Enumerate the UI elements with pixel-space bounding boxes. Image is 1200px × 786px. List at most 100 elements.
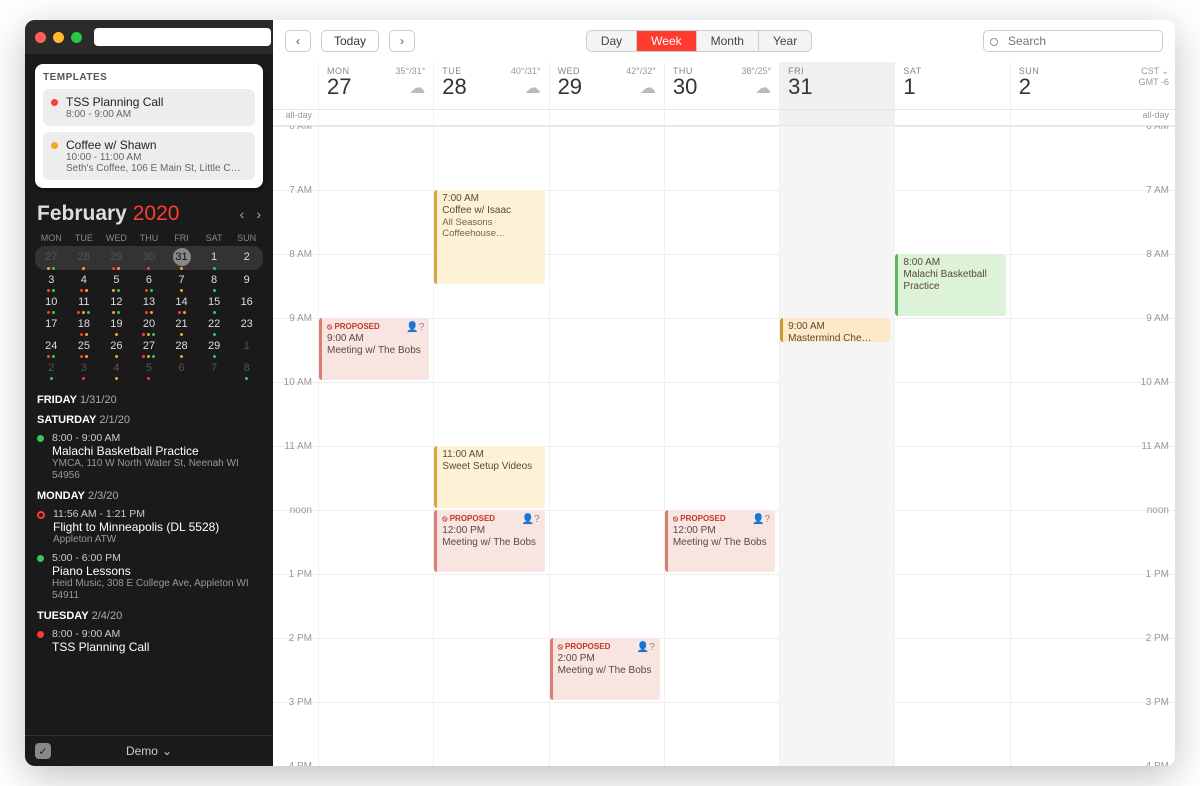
calendar-event[interactable]: 8:00 AMMalachi Basketball Practice xyxy=(895,254,1005,316)
calendar-event[interactable]: ⦸ PROPOSED12:00 PMMeeting w/ The Bobs👤? xyxy=(665,510,775,572)
day-header[interactable]: THU 38°/25° 30 ☁ xyxy=(664,62,779,109)
template-time: 8:00 - 9:00 AM xyxy=(66,109,163,120)
day-column[interactable] xyxy=(318,126,433,766)
mini-day[interactable]: 7 xyxy=(198,358,231,380)
allday-cell[interactable] xyxy=(318,110,433,125)
mini-day[interactable]: 14 xyxy=(165,292,198,314)
mini-day[interactable]: 8 xyxy=(198,270,231,292)
week-grid[interactable]: 6 AM6 AM7 AM7 AM8 AM8 AM9 AM9 AM10 AM10 … xyxy=(273,126,1175,766)
mini-day[interactable]: 17 xyxy=(35,314,68,336)
minimize-icon[interactable] xyxy=(53,32,64,43)
hour-label: 11 AM xyxy=(273,441,318,452)
mini-day[interactable]: 3 xyxy=(35,270,68,292)
allday-cell[interactable] xyxy=(1010,110,1125,125)
mini-day[interactable]: 30 xyxy=(133,246,166,270)
mini-day[interactable]: 10 xyxy=(35,292,68,314)
mini-calendar[interactable]: MONTUEWEDTHUFRISATSUN2728293031123456789… xyxy=(25,230,273,386)
mini-day[interactable]: 8 xyxy=(230,358,263,380)
day-column[interactable] xyxy=(664,126,779,766)
day-header[interactable]: TUE 40°/31° 28 ☁ xyxy=(433,62,548,109)
mini-day[interactable]: 31 xyxy=(165,246,198,270)
agenda-day: TUESDAY 2/4/20 8:00 - 9:00 AM TSS Planni… xyxy=(37,610,261,654)
template-item[interactable]: Coffee w/ Shawn 10:00 - 11:00 AM Seth's … xyxy=(43,132,255,180)
mini-day[interactable]: 1 xyxy=(230,336,263,358)
calendar-event[interactable]: 9:00 AMMastermind Che… xyxy=(780,318,890,342)
mini-day[interactable]: 11 xyxy=(68,292,101,314)
quick-entry-input[interactable] xyxy=(94,28,271,46)
mini-day[interactable]: 28 xyxy=(68,246,101,270)
mini-day[interactable]: 23 xyxy=(230,314,263,336)
mini-day[interactable]: 18 xyxy=(68,314,101,336)
day-header[interactable]: SAT 1 xyxy=(894,62,1009,109)
agenda-event[interactable]: 11:56 AM - 1:21 PM Flight to Minneapolis… xyxy=(37,508,261,546)
mini-prev-icon[interactable]: ‹ xyxy=(240,206,245,222)
view-year-button[interactable]: Year xyxy=(759,31,811,51)
search-input[interactable] xyxy=(983,30,1163,52)
mini-day[interactable]: 7 xyxy=(165,270,198,292)
calendar-event[interactable]: 11:00 AMSweet Setup Videos xyxy=(434,446,544,508)
mini-day[interactable]: 4 xyxy=(100,358,133,380)
allday-cell[interactable] xyxy=(779,110,894,125)
mini-day[interactable]: 26 xyxy=(100,336,133,358)
mini-day[interactable]: 2 xyxy=(35,358,68,380)
mini-day[interactable]: 6 xyxy=(133,270,166,292)
mini-day[interactable]: 15 xyxy=(198,292,231,314)
zoom-icon[interactable] xyxy=(71,32,82,43)
mini-day[interactable]: 9 xyxy=(230,270,263,292)
day-header[interactable]: FRI 31 xyxy=(779,62,894,109)
mini-day[interactable]: 28 xyxy=(165,336,198,358)
mini-day[interactable]: 3 xyxy=(68,358,101,380)
mini-day[interactable]: 29 xyxy=(198,336,231,358)
allday-cell[interactable] xyxy=(549,110,664,125)
agenda-event[interactable]: 8:00 - 9:00 AM TSS Planning Call xyxy=(37,628,261,654)
mini-day[interactable]: 5 xyxy=(100,270,133,292)
calendar-event[interactable]: ⦸ PROPOSED12:00 PMMeeting w/ The Bobs👤? xyxy=(434,510,544,572)
mini-day[interactable]: 6 xyxy=(165,358,198,380)
week-header: MON 35°/31° 27 ☁ TUE 40°/31° 28 ☁ WED 42… xyxy=(273,62,1175,110)
prev-week-button[interactable]: ‹ xyxy=(285,30,311,52)
agenda-event[interactable]: 5:00 - 6:00 PM Piano Lessons Heid Music,… xyxy=(37,552,261,602)
mini-day[interactable]: 20 xyxy=(133,314,166,336)
mini-day[interactable]: 25 xyxy=(68,336,101,358)
mini-day[interactable]: 24 xyxy=(35,336,68,358)
calendar-event[interactable]: ⦸ PROPOSED2:00 PMMeeting w/ The Bobs👤? xyxy=(550,638,660,700)
close-icon[interactable] xyxy=(35,32,46,43)
day-header[interactable]: WED 42°/32° 29 ☁ xyxy=(549,62,664,109)
mini-day[interactable]: 12 xyxy=(100,292,133,314)
agenda-event[interactable]: 8:00 - 9:00 AM Malachi Basketball Practi… xyxy=(37,432,261,482)
mini-day[interactable]: 13 xyxy=(133,292,166,314)
template-item[interactable]: TSS Planning Call 8:00 - 9:00 AM xyxy=(43,89,255,126)
window-controls xyxy=(35,32,82,43)
next-week-button[interactable]: › xyxy=(389,30,415,52)
mini-next-icon[interactable]: › xyxy=(256,206,261,222)
allday-cell[interactable] xyxy=(433,110,548,125)
calendar-event[interactable]: ⦸ PROPOSED9:00 AMMeeting w/ The Bobs👤? xyxy=(319,318,429,380)
mini-day[interactable]: 29 xyxy=(100,246,133,270)
day-column[interactable] xyxy=(894,126,1009,766)
mini-day[interactable]: 5 xyxy=(133,358,166,380)
mini-day[interactable]: 19 xyxy=(100,314,133,336)
mini-day[interactable]: 4 xyxy=(68,270,101,292)
allday-cell[interactable] xyxy=(664,110,779,125)
calendar-set-picker[interactable]: Demo ⌄ xyxy=(126,744,172,758)
mini-day[interactable]: 21 xyxy=(165,314,198,336)
mini-day[interactable]: 27 xyxy=(133,336,166,358)
calendar-event[interactable]: 7:00 AMCoffee w/ IsaacAll Seasons Coffee… xyxy=(434,190,544,284)
view-day-button[interactable]: Day xyxy=(587,31,637,51)
day-column[interactable] xyxy=(1010,126,1125,766)
allday-cell[interactable] xyxy=(894,110,1009,125)
mini-day[interactable]: 2 xyxy=(230,246,263,270)
mini-dow: SUN xyxy=(230,230,263,246)
mini-day[interactable]: 16 xyxy=(230,292,263,314)
timezone-label[interactable]: CST ⌄GMT -6 xyxy=(1125,62,1175,109)
today-button[interactable]: Today xyxy=(321,30,379,52)
day-header[interactable]: SUN 2 xyxy=(1010,62,1125,109)
mini-day[interactable]: 1 xyxy=(198,246,231,270)
view-month-button[interactable]: Month xyxy=(697,31,759,51)
mini-day[interactable]: 27 xyxy=(35,246,68,270)
view-week-button[interactable]: Week xyxy=(637,31,696,51)
day-header[interactable]: MON 35°/31° 27 ☁ xyxy=(318,62,433,109)
tasks-toggle[interactable]: ✓ xyxy=(35,743,51,759)
day-column[interactable] xyxy=(779,126,894,766)
mini-day[interactable]: 22 xyxy=(198,314,231,336)
